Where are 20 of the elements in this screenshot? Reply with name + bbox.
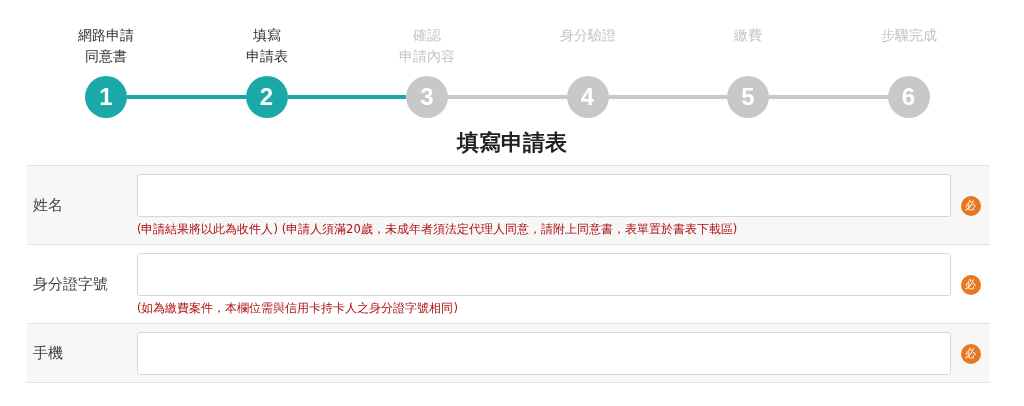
field-label: 手機 <box>32 344 64 363</box>
step-label: 填寫 申請表 <box>245 26 288 66</box>
step-label: 步驟完成 <box>880 26 937 45</box>
step-label: 身分驗證 <box>559 26 616 45</box>
step-label: 繳費 <box>734 26 763 45</box>
field-label: 身分證字號 <box>32 275 109 294</box>
required-badge: 必 <box>960 195 981 216</box>
field-label: 姓名 <box>32 196 64 215</box>
input-field[interactable] <box>137 332 951 375</box>
input-field[interactable] <box>137 174 951 217</box>
field-hint: (申請結果將以此為收件人) (申請人須滿20歲，未成年者須法定代理人同意，請附上同意書，表單置於書表下載區) <box>137 222 739 237</box>
required-badge: 必 <box>960 274 981 295</box>
form-title: 填寫申請表 <box>455 129 568 157</box>
step-label: 確認 申請內容 <box>399 26 456 66</box>
required-badge: 必 <box>960 343 981 364</box>
step-number: 2 <box>245 76 288 118</box>
input-field[interactable] <box>137 253 951 296</box>
step-label: 網路申請 同意書 <box>78 26 135 66</box>
field-hint: (如為繳費案件，本欄位需與信用卡持卡人之身分證字號相同) <box>137 301 459 316</box>
step-number: 1 <box>85 76 127 118</box>
